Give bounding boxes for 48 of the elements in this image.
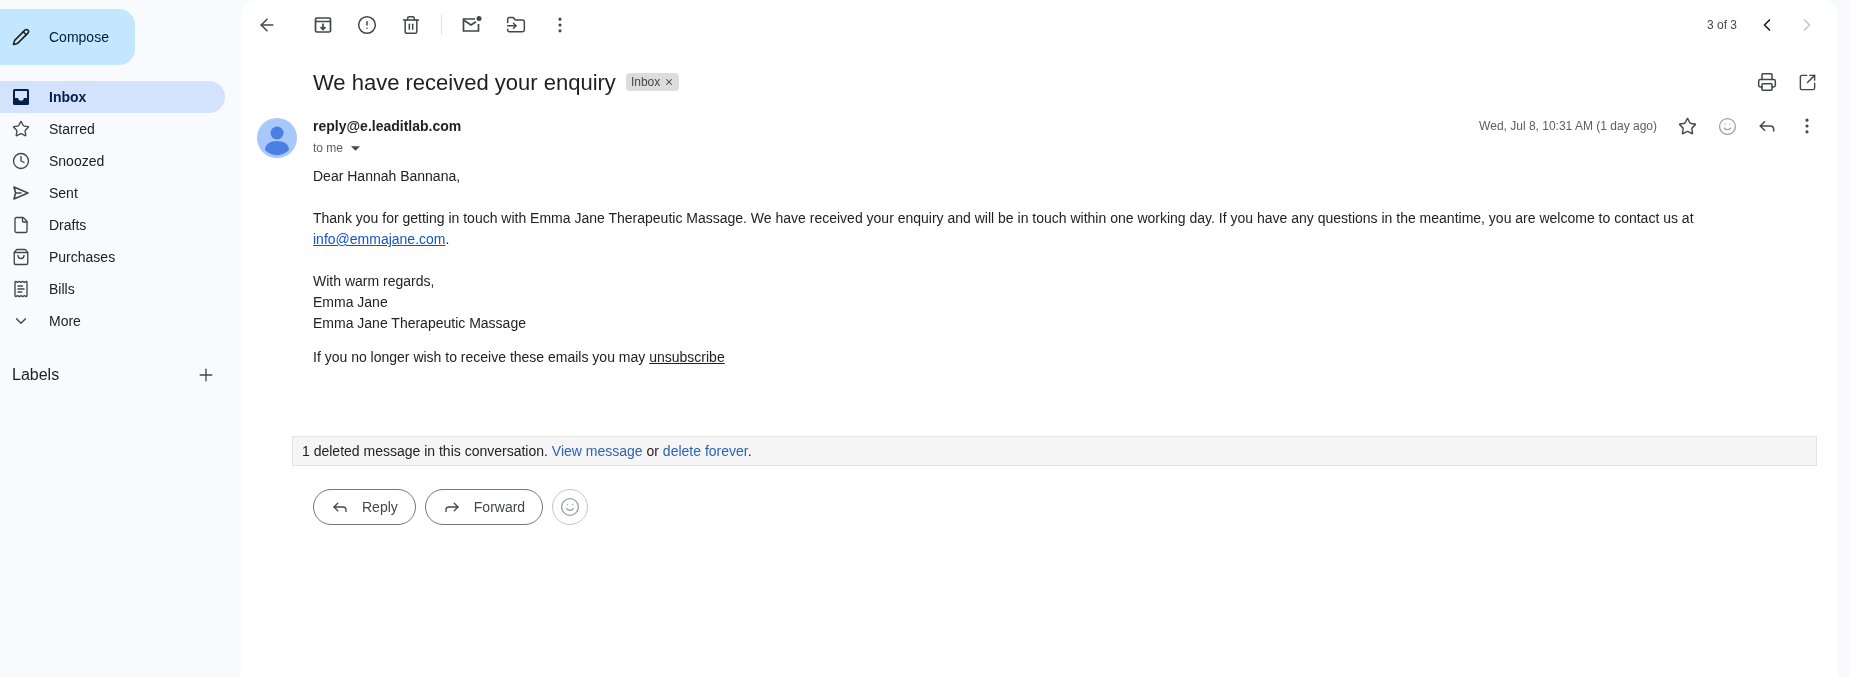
email-link[interactable]: info@emmajane.com: [313, 231, 446, 247]
alert-circle-icon[interactable]: [357, 15, 377, 35]
date-text: Wed, Jul 8, 10:31 AM (1 day ago): [1479, 118, 1657, 135]
envelope-dot-icon[interactable]: [461, 15, 483, 35]
greeting-text: Dear Hannah Bannana,: [313, 167, 461, 186]
document-icon: [12, 216, 30, 234]
sender-address: reply@e.leaditlab.com: [313, 116, 462, 136]
recipient-text: to me: [313, 140, 343, 157]
subject-heading: We have received your enquiry: [313, 68, 616, 97]
compose-button[interactable]: Compose: [0, 9, 135, 65]
deleted-notice-text: 1 deleted message in this conversation. View message or delete forever.: [302, 441, 752, 461]
receipt-icon: [12, 280, 30, 298]
archive-icon[interactable]: [313, 15, 333, 35]
pencil-icon: [12, 28, 30, 46]
send-icon: [12, 184, 30, 202]
clock-icon: [12, 152, 30, 170]
sidebar-item[interactable]: Starred: [0, 113, 225, 145]
sidebar-item[interactable]: Bills: [0, 273, 225, 305]
star-icon[interactable]: [1677, 116, 1697, 136]
position-counter: 3 of 3: [1706, 17, 1737, 34]
trash-icon[interactable]: [401, 15, 421, 35]
sidebar-item[interactable]: Inbox: [0, 81, 225, 113]
printer-icon[interactable]: [1757, 72, 1777, 92]
avatar-icon: [257, 118, 297, 158]
label-chip[interactable]: Inbox: [625, 73, 680, 91]
folder-arrow-icon[interactable]: [506, 15, 526, 35]
closing-text: With warm regards,: [313, 272, 435, 291]
sidebar-item[interactable]: Drafts: [0, 209, 225, 241]
smiley-icon: [560, 497, 581, 517]
unsubscribe-text: If you no longer wish to receive these emails you may unsubscribe: [313, 348, 725, 367]
smiley-icon[interactable]: [1717, 116, 1737, 136]
sidebar-item[interactable]: Sent: [0, 177, 225, 209]
view-message-link[interactable]: View message: [551, 442, 643, 459]
delete-forever-link[interactable]: delete forever: [662, 442, 748, 459]
signature-company: Emma Jane Therapeutic Massage: [313, 314, 526, 333]
sidebar-item[interactable]: More: [0, 305, 225, 337]
shopping-bag-icon: [12, 248, 30, 266]
message-paragraph: Thank you for getting in touch with Emma Jane Therapeutic Massage. We have received your enquiry and will be in touch within one working day. If you have any questions in the meantime, you are welcome to contact us at info@emmajane.com.: [313, 209, 1695, 249]
star-icon: [12, 120, 30, 138]
sidebar-item[interactable]: Purchases: [0, 241, 225, 273]
labels-heading: Labels: [12, 365, 60, 385]
open-new-window-icon[interactable]: [1797, 72, 1817, 92]
signature-name: Emma Jane: [313, 293, 388, 312]
caret-down-icon[interactable]: [351, 145, 360, 151]
sidebar-item[interactable]: Snoozed: [0, 145, 225, 177]
unsubscribe-link[interactable]: unsubscribe: [649, 349, 725, 365]
close-icon[interactable]: [664, 77, 675, 87]
inbox-tray-icon: [12, 88, 30, 106]
